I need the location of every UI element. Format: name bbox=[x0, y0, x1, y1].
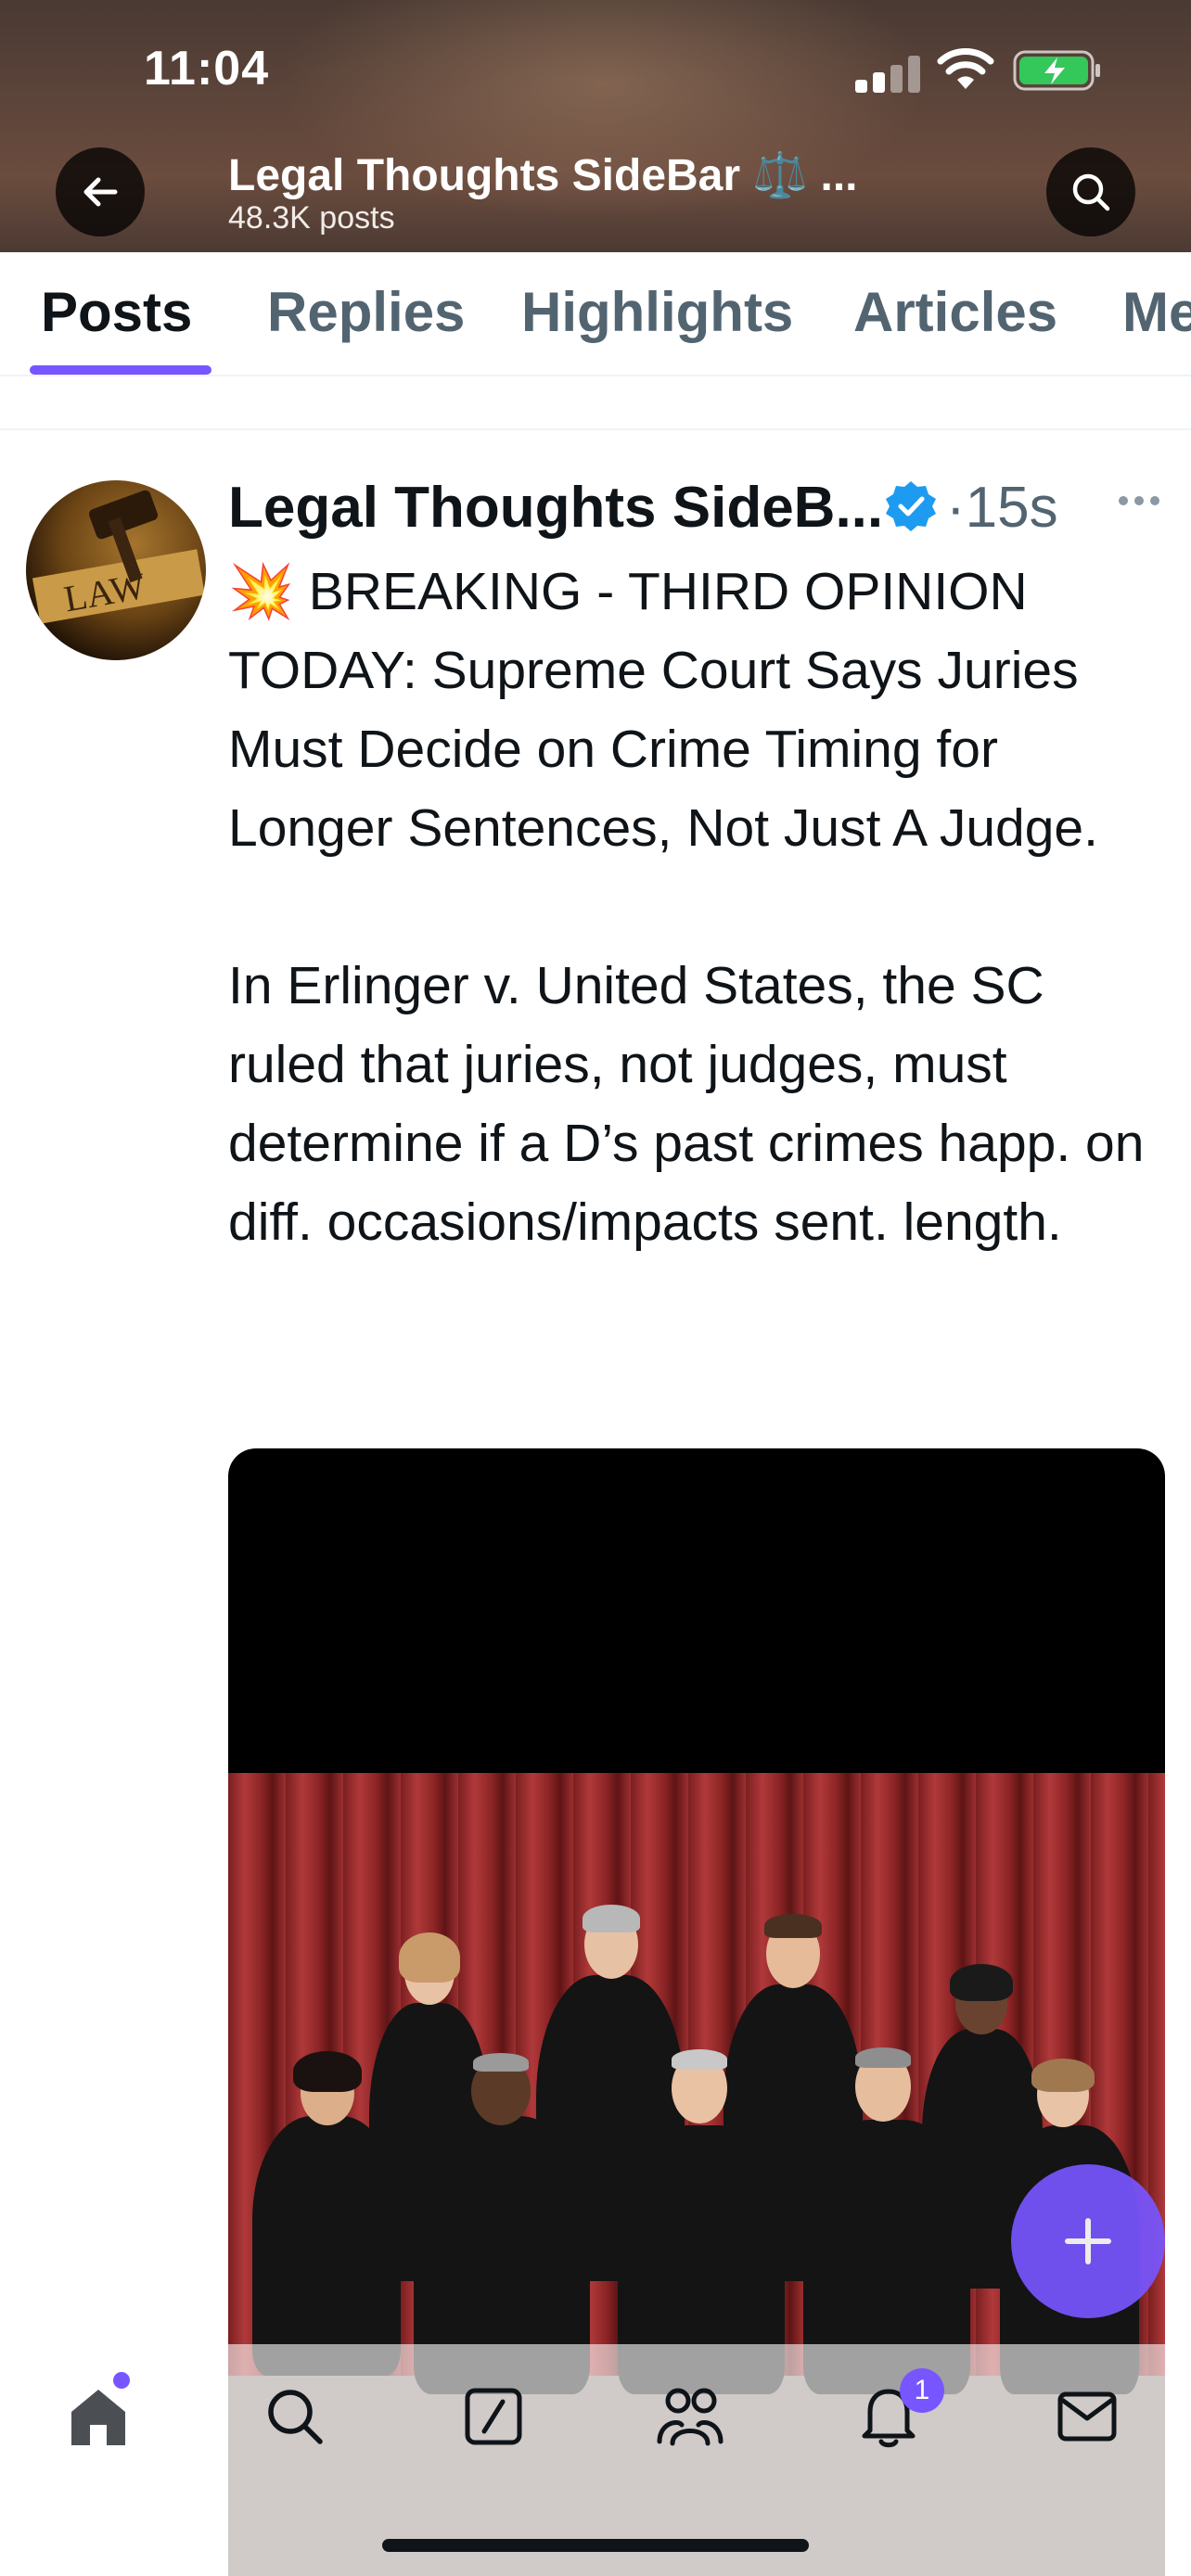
messages-icon bbox=[1057, 2391, 1117, 2442]
home-indicator[interactable] bbox=[382, 2539, 809, 2552]
post-paragraph: In Erlinger v. United States, the SC rul… bbox=[228, 956, 1145, 1252]
post-count: 48.3K posts bbox=[228, 200, 395, 236]
tab-posts[interactable]: Posts bbox=[41, 280, 192, 344]
post-timestamp[interactable]: ·15s bbox=[946, 475, 1058, 541]
notification-count-badge: 1 bbox=[900, 2368, 944, 2413]
post-paragraph: 💥 BREAKING - THIRD OPINION TODAY: Suprem… bbox=[228, 562, 1098, 858]
divider bbox=[0, 428, 1191, 430]
status-time: 11:04 bbox=[144, 42, 270, 96]
tab-media[interactable]: Me bbox=[1122, 280, 1191, 344]
nav-messages[interactable] bbox=[1048, 2378, 1126, 2455]
battery-charging-icon bbox=[1013, 50, 1100, 91]
gavel-law-image: LAW bbox=[32, 490, 205, 624]
wifi-icon bbox=[937, 48, 994, 89]
author-name[interactable]: Legal Thoughts SideB... bbox=[228, 475, 883, 541]
plus-icon bbox=[1065, 2218, 1111, 2264]
tab-articles[interactable]: Articles bbox=[853, 280, 1057, 344]
profile-header: 11:04 Legal Thoughts SideBar ⚖️ ... 48.3… bbox=[0, 0, 1191, 252]
search-button[interactable] bbox=[1046, 147, 1135, 236]
communities-icon bbox=[657, 2388, 724, 2446]
verified-badge-icon bbox=[886, 481, 936, 531]
profile-title: Legal Thoughts SideBar ⚖️ ... bbox=[228, 151, 858, 200]
back-button[interactable] bbox=[56, 147, 145, 236]
home-icon bbox=[71, 2390, 125, 2445]
home-new-indicator bbox=[113, 2372, 130, 2389]
more-options-icon[interactable] bbox=[1118, 494, 1160, 507]
nav-search[interactable] bbox=[256, 2378, 334, 2455]
tab-highlights[interactable]: Highlights bbox=[521, 280, 793, 344]
nav-home[interactable] bbox=[59, 2378, 137, 2455]
arrow-left-icon bbox=[83, 177, 118, 207]
nav-grok[interactable] bbox=[455, 2378, 532, 2455]
search-icon bbox=[1072, 173, 1110, 211]
author-avatar[interactable]: LAW bbox=[26, 480, 206, 660]
tab-replies[interactable]: Replies bbox=[267, 280, 465, 344]
profile-tabs: Posts Replies Highlights Articles Me bbox=[0, 252, 1191, 376]
compose-post-button[interactable] bbox=[1011, 2164, 1165, 2318]
grok-icon bbox=[465, 2388, 522, 2445]
search-icon bbox=[268, 2390, 323, 2444]
post-body: 💥 BREAKING - THIRD OPINION TODAY: Suprem… bbox=[228, 553, 1174, 1262]
active-tab-indicator bbox=[30, 365, 211, 375]
nav-communities[interactable] bbox=[651, 2378, 729, 2455]
cellular-signal-icon bbox=[855, 56, 920, 93]
